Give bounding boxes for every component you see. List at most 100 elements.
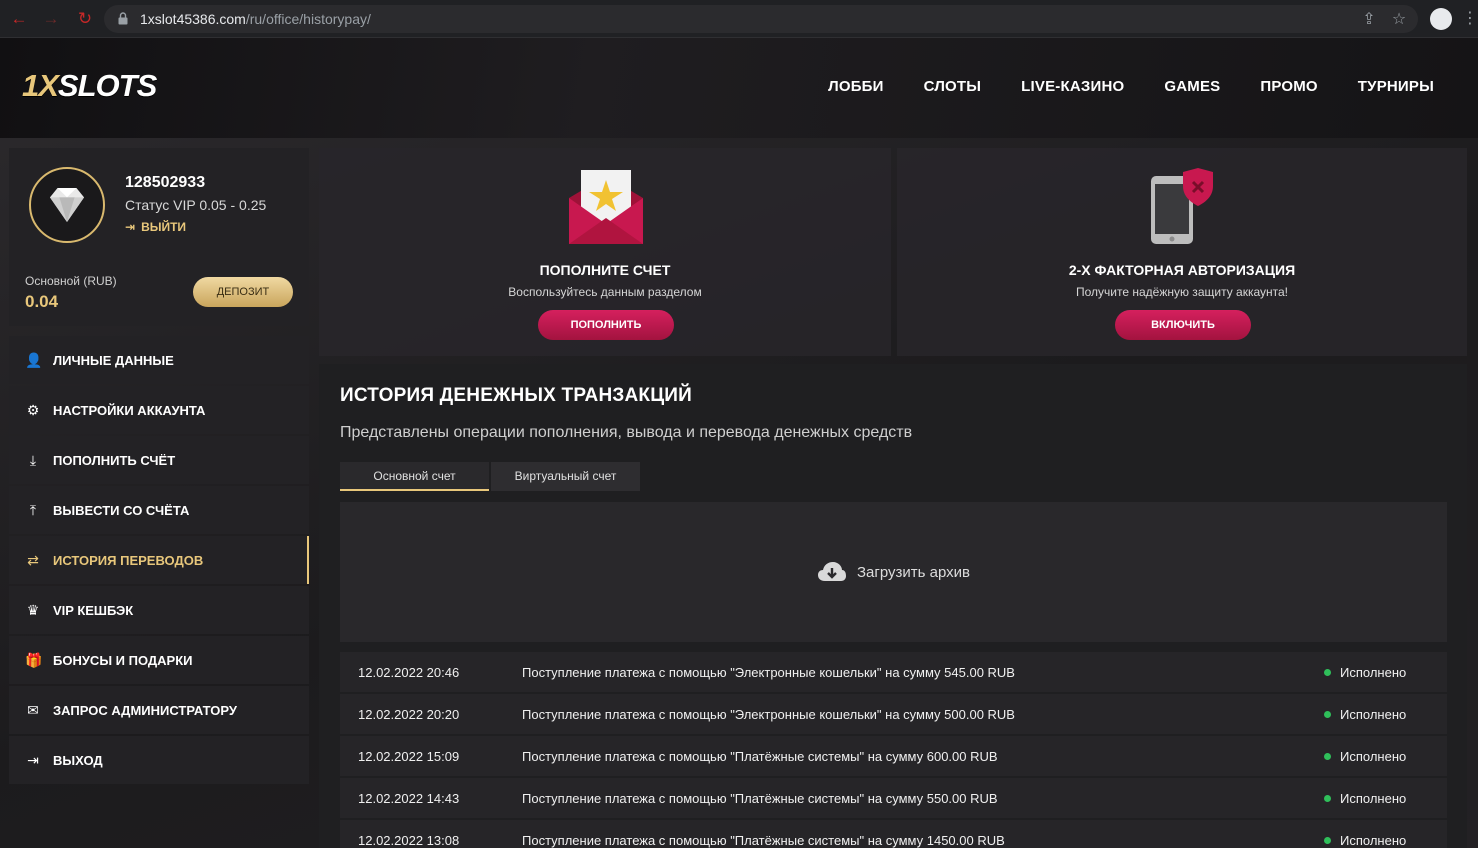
download-archive-button[interactable]: Загрузить архив (340, 502, 1447, 642)
gears-icon: ⚙ (26, 402, 40, 418)
crown-icon: ♛ (26, 602, 40, 618)
nav-live-casino[interactable]: LIVE-КАЗИНО (1021, 78, 1124, 95)
profile-card: 128502933 Статус VIP 0.05 - 0.25 ⇥ ВЫЙТИ… (9, 148, 309, 326)
top-nav: ЛОББИ СЛОТЫ LIVE-КАЗИНО GAMES ПРОМО ТУРН… (828, 78, 1434, 95)
nav-tournaments[interactable]: ТУРНИРЫ (1358, 78, 1434, 95)
tab-virtual-account[interactable]: Виртуальный счет (491, 462, 640, 491)
transaction-description: Поступление платежа с помощью "Платёжные… (522, 833, 1005, 848)
sidebar-item-label: ЛИЧНЫЕ ДАННЫЕ (53, 352, 174, 368)
transaction-description: Поступление платежа с помощью "Электронн… (522, 707, 1015, 722)
cloud-download-icon (817, 562, 846, 581)
user-plus-icon: 👤 (25, 352, 43, 368)
share-icon[interactable]: ⇪ (1359, 10, 1379, 30)
transfer-arrows-icon: ⇄ (27, 552, 39, 568)
diamond-icon (49, 187, 85, 223)
forward-icon[interactable]: → (40, 8, 62, 30)
vip-status: Статус VIP 0.05 - 0.25 (125, 197, 267, 213)
profile-avatar-icon[interactable] (1430, 8, 1452, 30)
nav-slots[interactable]: СЛОТЫ (924, 78, 982, 95)
site-logo[interactable]: 1XSLOTS (22, 68, 157, 104)
status-dot-icon (1324, 711, 1331, 718)
transaction-date: 12.02.2022 15:09 (358, 749, 460, 764)
sidebar-item-label: НАСТРОЙКИ АККАУНТА (53, 402, 206, 418)
table-row: 12.02.2022 14:43 Поступление платежа с п… (340, 778, 1447, 818)
account-label: Основной (RUB) (25, 274, 117, 288)
browser-toolbar: ← → ↻ 1xslot45386.com/ru/office/historyp… (0, 0, 1478, 38)
status-text: Исполнено (1340, 791, 1407, 806)
deposit-button[interactable]: ДЕПОЗИТ (193, 277, 293, 307)
transaction-description: Поступление платежа с помощью "Платёжные… (522, 749, 998, 764)
logo-prefix: 1X (22, 68, 59, 103)
nav-lobby[interactable]: ЛОББИ (828, 78, 884, 95)
envelope-star-icon (569, 170, 643, 244)
sidebar-item-exit[interactable]: ⇥ ВЫХОД (9, 736, 309, 784)
sidebar-item-admin-request[interactable]: ✉ ЗАПРОС АДМИНИСТРАТОРУ (9, 686, 309, 734)
sidebar-item-withdraw[interactable]: ⤒ ВЫВЕСТИ СО СЧЁТА (9, 486, 309, 534)
sidebar-item-label: VIP КЕШБЭК (53, 602, 134, 618)
two-factor-card: 2-Х ФАКТОРНАЯ АВТОРИЗАЦИЯ Получите надёж… (897, 148, 1467, 356)
account-tabs: Основной счет Виртуальный счет (340, 462, 640, 491)
logo-rest: SLOTS (57, 68, 157, 103)
status-text: Исполнено (1340, 833, 1407, 848)
site-header: 1XSLOTS ЛОББИ СЛОТЫ LIVE-КАЗИНО GAMES ПР… (0, 38, 1478, 138)
status-badge: Исполнено (1324, 749, 1406, 764)
download-archive-label: Загрузить архив (856, 563, 971, 581)
status-badge: Исполнено (1324, 833, 1406, 848)
two-factor-desc: Получите надёжную защиту аккаунта! (1075, 285, 1288, 299)
nav-games[interactable]: GAMES (1164, 78, 1220, 95)
url-path: /ru/office/historypay/ (245, 11, 371, 27)
sidebar-item-transfer-history[interactable]: ⇄ ИСТОРИЯ ПЕРЕВОДОВ (9, 536, 309, 584)
reload-icon[interactable]: ↻ (74, 8, 96, 30)
sign-out-icon: ⇥ (125, 220, 136, 234)
status-text: Исполнено (1340, 707, 1407, 722)
transaction-date: 12.02.2022 13:08 (358, 833, 460, 848)
menu-kebab-icon[interactable]: ⋮ (1462, 8, 1478, 30)
sidebar-item-label: ЗАПРОС АДМИНИСТРАТОРУ (53, 702, 237, 718)
sign-out-icon: ⇥ (27, 752, 39, 768)
status-dot-icon (1324, 669, 1331, 676)
download-icon: ⤓ (29, 452, 37, 468)
logout-link[interactable]: ⇥ ВЫЙТИ (125, 220, 186, 234)
envelope-icon: ✉ (27, 702, 39, 718)
address-bar[interactable]: 1xslot45386.com/ru/office/historypay/ ⇪ … (104, 5, 1418, 33)
transaction-description: Поступление платежа с помощью "Электронн… (522, 665, 1015, 680)
table-row: 12.02.2022 15:09 Поступление платежа с п… (340, 736, 1447, 776)
status-badge: Исполнено (1324, 707, 1406, 722)
status-text: Исполнено (1340, 665, 1407, 680)
deposit-promo-desc: Воспользуйтесь данным разделом (508, 285, 702, 299)
status-badge: Исполнено (1324, 665, 1406, 680)
vip-diamond-badge (29, 167, 105, 243)
sidebar-item-personal-data[interactable]: 👤 ЛИЧНЫЕ ДАННЫЕ (9, 336, 309, 384)
sidebar-item-vip-cashback[interactable]: ♛ VIP КЕШБЭК (9, 586, 309, 634)
deposit-promo-button[interactable]: ПОПОЛНИТЬ (538, 310, 674, 340)
phone-shield-icon (1151, 168, 1213, 244)
user-id: 128502933 (125, 174, 206, 191)
status-text: Исполнено (1340, 749, 1407, 764)
url-text: 1xslot45386.com/ru/office/historypay/ (140, 11, 371, 27)
sidebar-item-bonuses[interactable]: 🎁 БОНУСЫ И ПОДАРКИ (9, 636, 309, 684)
url-host: 1xslot45386.com (140, 11, 246, 27)
tab-main-account[interactable]: Основной счет (340, 462, 489, 491)
page-title: ИСТОРИЯ ДЕНЕЖНЫХ ТРАНЗАКЦИЙ (340, 385, 692, 406)
sidebar-item-account-settings[interactable]: ⚙ НАСТРОЙКИ АККАУНТА (9, 386, 309, 434)
back-icon[interactable]: ← (8, 8, 30, 30)
gift-icon: 🎁 (25, 652, 43, 668)
page-subtitle: Представлены операции пополнения, вывода… (340, 424, 913, 441)
lock-icon (118, 12, 128, 25)
sidebar-item-label: ВЫВЕСТИ СО СЧЁТА (53, 502, 190, 518)
bookmark-star-icon[interactable]: ☆ (1389, 10, 1409, 30)
two-factor-title: 2-Х ФАКТОРНАЯ АВТОРИЗАЦИЯ (1068, 262, 1296, 278)
sidebar-item-label: ИСТОРИЯ ПЕРЕВОДОВ (53, 552, 204, 568)
sidebar-item-deposit[interactable]: ⤓ ПОПОЛНИТЬ СЧЁТ (9, 436, 309, 484)
transaction-description: Поступление платежа с помощью "Платёжные… (522, 791, 998, 806)
transaction-date: 12.02.2022 20:46 (358, 665, 460, 680)
table-row: 12.02.2022 13:08 Поступление платежа с п… (340, 820, 1447, 848)
table-row: 12.02.2022 20:46 Поступление платежа с п… (340, 652, 1447, 692)
nav-promo[interactable]: ПРОМО (1260, 78, 1317, 95)
status-dot-icon (1324, 753, 1331, 760)
transaction-list: 12.02.2022 20:46 Поступление платежа с п… (340, 652, 1447, 848)
status-badge: Исполнено (1324, 791, 1406, 806)
enable-2fa-button[interactable]: ВКЛЮЧИТЬ (1115, 310, 1251, 340)
deposit-promo-card: ПОПОЛНИТЕ СЧЕТ Воспользуйтесь данным раз… (319, 148, 891, 356)
transaction-date: 12.02.2022 20:20 (358, 707, 460, 722)
